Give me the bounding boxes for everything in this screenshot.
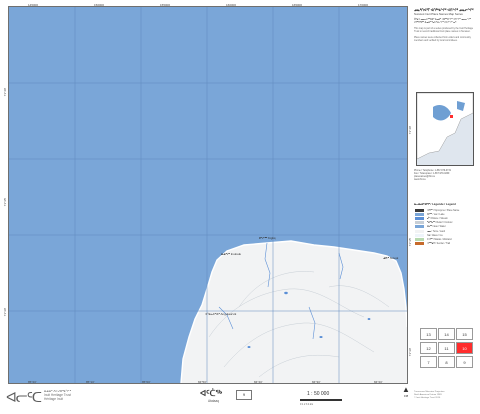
- map-canvas[interactable]: ᐃᓄᒃᓱᒃ Inuksuk ᑭᒡᓕᖅ Kigliq ᓄᕗᒃ Nuvuk ᐊᖑᓚᐅ…: [9, 7, 407, 383]
- coord-left: 71°40': [3, 87, 8, 97]
- index-cell[interactable]: 13: [420, 328, 437, 340]
- coord-left: 71°30': [3, 307, 8, 317]
- index-cell[interactable]: 9: [456, 356, 473, 368]
- inset-location-marker: [450, 115, 453, 118]
- legend-label: ᓯᑯ / Glace / Ice: [427, 234, 443, 237]
- panel-subtitle: Nunavut Inuit Place Names Map Series: [414, 12, 463, 16]
- panel-paragraph: Place names were collected from elders a…: [414, 37, 471, 43]
- contact-block: Phone / Téléphone: 1-867-979-0731 Fax / …: [412, 170, 476, 182]
- coord-top: 170000: [358, 3, 369, 7]
- sheet-title-syllabics: ᐊᑦᑖᖅ: [200, 389, 223, 398]
- legend: ᓇᓗᓇᐃᔭᕈᑎᑦ / Légende / Legend ᐊᑎᖅ / Topony…: [412, 202, 476, 246]
- coord-top: 145000: [28, 3, 39, 7]
- legend-label: ᐊᑎᖅ / Toponyme / Place Name: [427, 209, 460, 212]
- legend-label: ᐃᒪᖅ / Eau / Water: [427, 226, 446, 229]
- coord-top: 165000: [292, 3, 303, 7]
- note-line: © Inuit Heritage Trust 2016: [414, 397, 441, 399]
- place-label[interactable]: ᓄᕗᒃ Nuvuk: [383, 256, 399, 260]
- legend-swatch: [415, 208, 424, 212]
- index-cell[interactable]: 7: [420, 356, 437, 368]
- coord-top: 160000: [226, 3, 237, 7]
- inset-canvas: [417, 93, 473, 165]
- north-label: ᐅᑭ: [403, 394, 409, 398]
- index-cell[interactable]: 11: [438, 342, 455, 354]
- legend-swatch: [415, 229, 424, 233]
- legend-item: ᐊᖅᖁᑎ / Sentier / Trail: [415, 242, 476, 246]
- index-cell[interactable]: 14: [438, 328, 455, 340]
- side-panel: ᓄᓇᑦᑎᐊᕐᒥ ᐊᑎᖅᑲᖏᑦ ᐊᑎᖏᑦ ᓄᓇᓕᖏᑦ Nunavut Inuit …: [412, 6, 476, 382]
- organization-logo: ᐊᓕᑦᑕ: [6, 389, 42, 405]
- legend-swatch: [415, 233, 424, 237]
- legend-label: ᐅᐊᖅ / Marais / Wetland: [427, 238, 452, 241]
- north-arrow-icon: ▲ ᐅᑭ: [402, 385, 410, 398]
- scale-bar: [300, 399, 342, 401]
- org-name-line: Héritage Inuit: [44, 397, 63, 401]
- legend-swatch: [415, 221, 424, 225]
- sheet-number: 9: [236, 390, 252, 400]
- map-notes: Transverse Mercator Projection North Ame…: [414, 391, 478, 400]
- legend-label: ᓄᓇ / Terre / Land: [427, 230, 446, 233]
- legend-swatch: [415, 216, 424, 220]
- scale-units: 0 1 2 3 4 km: [300, 403, 314, 406]
- index-cell[interactable]: 12: [420, 342, 437, 354]
- legend-swatch: [415, 212, 424, 216]
- place-label[interactable]: ᐊᖑᓚᐅᕐᕕᒃ Angulaurvik: [205, 312, 237, 316]
- coord-top: 150000: [94, 3, 105, 7]
- legend-label: ᖃᖅᑲᖅ / Relief / Contour: [427, 222, 453, 225]
- index-cell-current[interactable]: 10: [456, 342, 473, 354]
- panel-paragraph: This map is part of a series produced by…: [414, 28, 473, 34]
- sheet-index-grid: 13 14 15 12 11 10 7 8 9: [420, 326, 474, 378]
- contact-link[interactable]: www.ihti.ca: [414, 179, 474, 182]
- map-frame[interactable]: ᐃᓄᒃᓱᒃ Inuksuk ᑭᒡᓕᖅ Kigliq ᓄᕗᒃ Nuvuk ᐊᖑᓚᐅ…: [8, 6, 408, 384]
- index-cell[interactable]: 8: [438, 356, 455, 368]
- index-cell[interactable]: 15: [456, 328, 473, 340]
- map-scale: 1 : 50 000: [307, 391, 330, 397]
- legend-label: ᐊᖅᖁᑎ / Sentier / Trail: [427, 243, 451, 246]
- legend-title: ᓇᓗᓇᐃᔭᕈᑎᑦ / Légende / Legend: [414, 202, 456, 206]
- legend-swatch: [415, 225, 424, 229]
- legend-swatch: [415, 237, 424, 241]
- location-inset-map[interactable]: [416, 92, 474, 166]
- coord-top: 155000: [160, 3, 171, 7]
- panel-paragraph: ᑖᒃᑯᐊ ᓄᓇᓕᐅᖅᑕᐃᑦ ᐃᓄᐃᑦ ᐊᑐᖅᑕᖏᑦ ᐊᑎᖏᑦ ᓄᓇᓕᖏᑦ ᓴᕿᑎ…: [414, 19, 471, 25]
- legend-swatch: [415, 242, 424, 246]
- sheet-title: Atataaq: [208, 399, 219, 403]
- footer: ᐊᓕᑦᑕ ᐃᓄᐃᑦ ᐱᐅᓯᑐᖃᖏᑦ Inuit Heritage Trust H…: [0, 384, 480, 414]
- legend-label: ᑰᒃ / Rivière / Stream: [427, 217, 448, 220]
- place-label[interactable]: ᑭᒡᓕᖅ Kigliq: [259, 236, 276, 240]
- legend-label: ᑕᓯᖅ / Lac / Lake: [427, 213, 445, 216]
- coord-left: 71°35': [3, 197, 8, 207]
- place-label[interactable]: ᐃᓄᒃᓱᒃ Inuksuk: [221, 252, 242, 256]
